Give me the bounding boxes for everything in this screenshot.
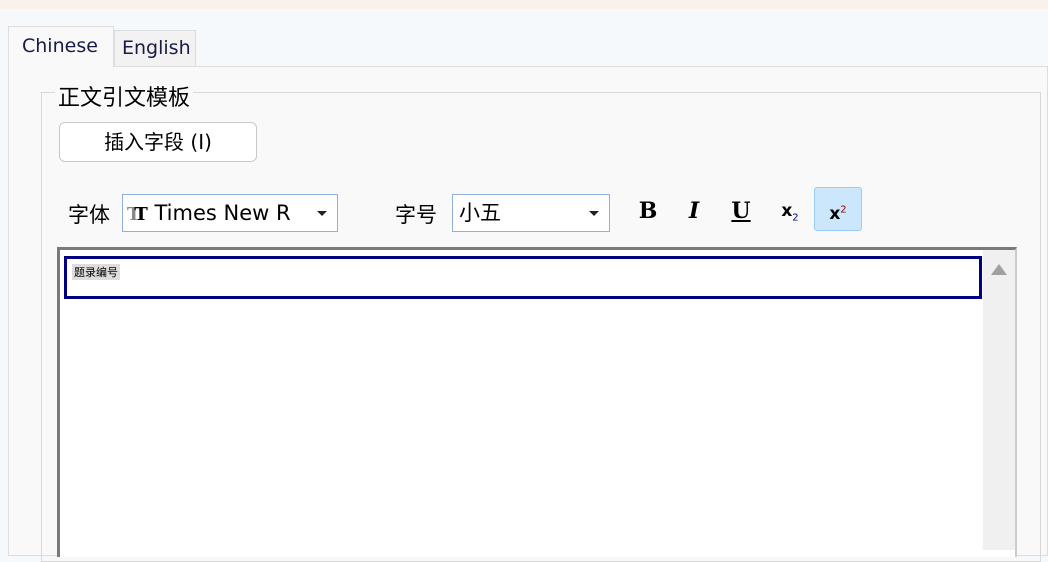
- font-select[interactable]: TT Times New R: [122, 194, 338, 232]
- title-strip: [0, 0, 1048, 9]
- scroll-up-icon[interactable]: [991, 264, 1007, 275]
- selected-field[interactable]: 题录编号: [64, 256, 982, 299]
- chevron-down-icon: [317, 211, 327, 216]
- superscript-icon: x2: [829, 203, 847, 224]
- tab-english[interactable]: English: [114, 30, 196, 66]
- font-label: 字体: [68, 203, 110, 227]
- underline-icon: U: [731, 198, 751, 224]
- size-value: 小五: [459, 201, 501, 225]
- font-value: Times New R: [154, 201, 291, 225]
- field-token[interactable]: 题录编号: [72, 264, 120, 280]
- tab-chinese[interactable]: Chinese: [8, 26, 114, 67]
- vertical-scrollbar[interactable]: [983, 250, 1015, 550]
- truetype-icon: TT: [127, 204, 148, 225]
- bold-button[interactable]: B: [624, 189, 672, 233]
- subscript-icon: x2: [781, 201, 799, 224]
- chevron-down-icon: [589, 211, 599, 216]
- subscript-button[interactable]: x2: [766, 189, 814, 233]
- italic-icon: I: [688, 198, 700, 224]
- size-label: 字号: [395, 203, 437, 227]
- italic-button[interactable]: I: [670, 189, 718, 233]
- size-select[interactable]: 小五: [452, 194, 610, 232]
- group-title: 正文引文模板: [55, 80, 194, 112]
- underline-button[interactable]: U: [717, 189, 765, 233]
- insert-field-button[interactable]: 插入字段 (I): [59, 122, 257, 162]
- bold-icon: B: [638, 198, 658, 224]
- superscript-button[interactable]: x2: [814, 187, 862, 231]
